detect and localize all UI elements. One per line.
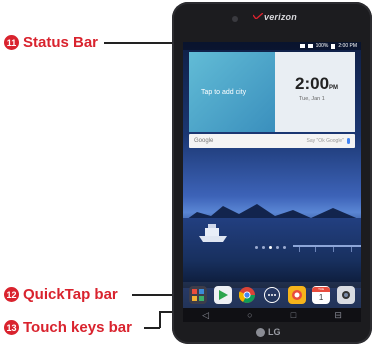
signal-icon xyxy=(307,44,313,48)
play-store-icon[interactable] xyxy=(213,286,232,304)
battery-percent: 100% xyxy=(315,43,329,49)
touch-keys-bar: ◁ ○ □ ⊟ xyxy=(183,308,361,322)
photo-icon[interactable] xyxy=(336,286,355,304)
apps-folder-icon[interactable] xyxy=(189,286,208,304)
clock-date: Tue, Jan 1 xyxy=(299,96,325,102)
carrier-logo: verizon xyxy=(264,12,297,22)
page-dot xyxy=(262,246,265,249)
search-hint: Say "Ok Google" xyxy=(306,138,344,144)
callout-quicktap-bar: 12 QuickTap bar xyxy=(4,286,118,303)
callout-label: Status Bar xyxy=(23,34,99,51)
tablet-device: verizon 100% 2:00 PM Tap to add city 2:0… xyxy=(172,2,372,344)
verizon-check-icon xyxy=(253,13,263,19)
leader-line xyxy=(159,311,161,328)
calendar-icon[interactable]: TUE 1 xyxy=(312,286,331,304)
front-camera xyxy=(232,16,238,22)
page-indicator xyxy=(255,246,286,249)
callout-label: QuickTap bar xyxy=(23,286,118,303)
weather-widget[interactable]: Tap to add city xyxy=(189,52,275,132)
battery-icon xyxy=(331,43,336,49)
quicktap-bar: TUE 1 xyxy=(183,282,361,308)
wifi-icon xyxy=(299,44,305,48)
page-dot xyxy=(269,246,272,249)
camera-icon[interactable] xyxy=(287,286,306,304)
app-drawer-icon[interactable] xyxy=(263,286,281,304)
boat-image xyxy=(199,224,227,242)
home-key-icon[interactable]: ○ xyxy=(247,310,252,320)
page-dot xyxy=(283,246,286,249)
dock-image xyxy=(293,245,361,252)
lg-logo-icon xyxy=(256,327,265,337)
callout-touch-keys-bar: 13 Touch keys bar xyxy=(4,319,132,336)
dual-window-key-icon[interactable]: ⊟ xyxy=(334,310,342,320)
status-time: 2:00 PM xyxy=(338,43,357,49)
tablet-screen: 100% 2:00 PM Tap to add city 2:00PM Tue,… xyxy=(183,42,361,308)
page-dot xyxy=(276,246,279,249)
weather-prompt: Tap to add city xyxy=(201,89,247,96)
back-key-icon[interactable]: ◁ xyxy=(202,310,209,320)
chrome-icon[interactable] xyxy=(238,286,256,304)
callout-status-bar: 11 Status Bar xyxy=(4,34,98,51)
leader-line xyxy=(144,327,160,329)
brand-text: LG xyxy=(268,327,281,337)
callout-label: Touch keys bar xyxy=(23,319,132,336)
callout-number: 13 xyxy=(4,320,19,335)
clock-time: 2:00PM xyxy=(295,74,339,93)
status-bar[interactable]: 100% 2:00 PM xyxy=(183,42,361,50)
clock-ampm: PM xyxy=(329,85,339,91)
lg-logo: LG xyxy=(256,327,281,337)
recents-key-icon[interactable]: □ xyxy=(291,310,296,320)
search-brand: Google xyxy=(194,138,214,144)
google-search-bar[interactable]: Google Say "Ok Google" xyxy=(189,134,355,148)
calendar-day: 1 xyxy=(318,293,324,302)
clock-widget[interactable]: 2:00PM Tue, Jan 1 xyxy=(275,52,355,132)
callout-number: 12 xyxy=(4,287,19,302)
mic-icon[interactable] xyxy=(347,138,350,144)
page-dot xyxy=(255,246,258,249)
callout-number: 11 xyxy=(4,35,19,50)
